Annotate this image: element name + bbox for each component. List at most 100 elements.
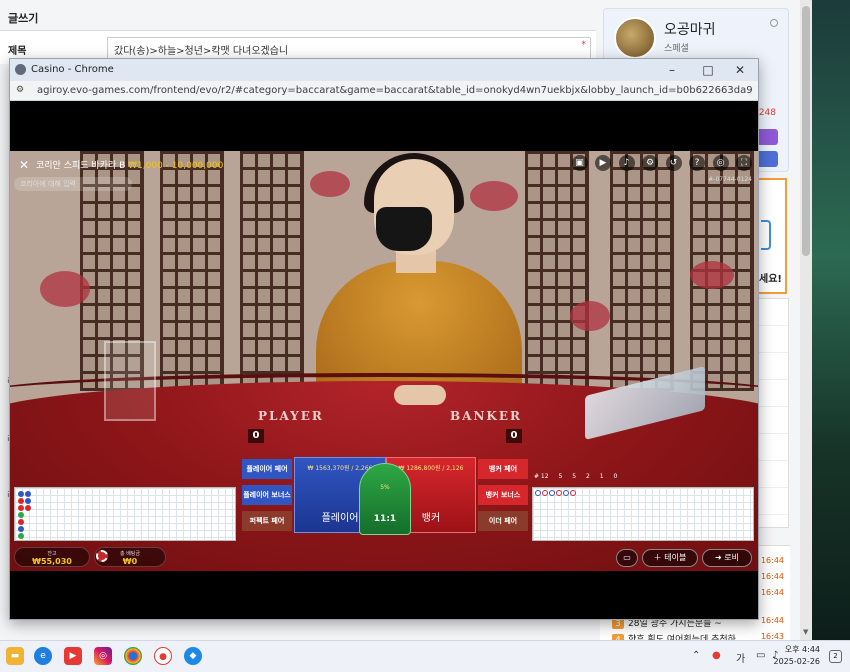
felt-banker-label: BANKER bbox=[450, 409, 522, 423]
bead-tie bbox=[18, 533, 24, 539]
app-icon-red[interactable]: ● bbox=[154, 647, 172, 665]
site-settings-icon[interactable]: ⚙ bbox=[16, 85, 28, 96]
tables-button-label: 테이블 bbox=[664, 553, 687, 562]
bead-player bbox=[18, 491, 24, 497]
scroll-down-icon[interactable]: ▼ bbox=[803, 628, 808, 636]
lattice-panel bbox=[240, 151, 304, 391]
big-road[interactable] bbox=[532, 487, 754, 541]
banker-pair-bet[interactable]: 뱅커 페어 bbox=[478, 459, 528, 479]
news-text: 28일 광주 가시는분들 ~ bbox=[628, 619, 722, 629]
window-title: Casino - Chrome bbox=[31, 64, 114, 75]
lattice-panel bbox=[525, 151, 589, 391]
perfect-pair-bet[interactable]: 퍼펙트 페어 bbox=[242, 511, 292, 531]
tray-app-icon[interactable]: ● bbox=[712, 650, 721, 661]
title-input[interactable]: 갔다(송)>하늘>청년>칵맷 다녀오겠습니 * bbox=[107, 37, 591, 59]
window-titlebar[interactable]: Casino - Chrome – □ ✕ bbox=[10, 59, 758, 81]
clock-date: 2025-02-26 bbox=[773, 657, 821, 666]
tables-button[interactable]: ＋ 테이블 bbox=[642, 549, 698, 567]
settings-icon[interactable]: ⚙ bbox=[642, 155, 658, 171]
player-bonus-bet[interactable]: 플레이어 보너스 bbox=[242, 485, 292, 505]
write-title: 글쓰기 bbox=[8, 12, 39, 25]
close-game-icon[interactable]: ✕ bbox=[16, 157, 32, 173]
chip-icon bbox=[96, 550, 108, 562]
stat-player-pair: 1 bbox=[599, 473, 604, 480]
history-icon[interactable]: ↺ bbox=[665, 155, 682, 171]
maximize-button[interactable]: □ bbox=[694, 61, 722, 79]
baccarat-game: PLAYER BANKER 0 0 ✕ 코리안 스피드 바카라 B ₩1,000… bbox=[10, 151, 758, 571]
network-icon[interactable]: ▭ bbox=[756, 650, 765, 661]
nickname-sub: 스페셜 bbox=[664, 44, 689, 54]
stat-player: 5 bbox=[558, 473, 563, 480]
close-window-button[interactable]: ✕ bbox=[726, 61, 754, 79]
table-limit: ₩1,000 - 10,000,000 bbox=[128, 161, 224, 171]
bead-banker bbox=[18, 519, 24, 525]
ime-indicator[interactable]: 가 bbox=[736, 650, 745, 665]
notification-badge[interactable]: 2 bbox=[829, 650, 842, 663]
hud-toolbar: ▣ ▶ ♪ ⚙ ↺ ? ◎ ⛶ bbox=[568, 155, 752, 173]
system-clock[interactable]: 오후 4:44 2025-02-26 bbox=[774, 644, 821, 668]
tie-bet-spot[interactable]: 5% 11:1 bbox=[359, 463, 411, 535]
logout-icon[interactable] bbox=[770, 19, 778, 27]
felt-player-label: PLAYER bbox=[258, 409, 324, 423]
address-bar[interactable]: ⚙ agiroy.evo-games.com/frontend/evo/r2/#… bbox=[10, 81, 758, 101]
banner-graphic bbox=[761, 220, 771, 250]
player-pair-bet[interactable]: 플레이어 페어 bbox=[242, 459, 292, 479]
minimize-button[interactable]: – bbox=[658, 61, 686, 79]
balance-value: ₩55,030 bbox=[32, 557, 72, 566]
scrollbar-thumb[interactable] bbox=[802, 6, 810, 256]
globe-icon bbox=[15, 64, 26, 75]
help-icon[interactable]: ? bbox=[689, 155, 705, 171]
page-scrollbar[interactable]: ▼ bbox=[800, 0, 812, 640]
camera-switch-icon[interactable]: ◎ bbox=[712, 155, 729, 171]
side-banner[interactable]: 세요! bbox=[757, 178, 787, 294]
news-time: 16:44 bbox=[760, 588, 784, 597]
bead-banker bbox=[18, 498, 24, 504]
chrome-icon[interactable] bbox=[124, 647, 142, 665]
bead-road[interactable] bbox=[14, 487, 236, 541]
plus-icon: ＋ bbox=[653, 553, 665, 562]
dealer-mask bbox=[376, 207, 432, 251]
stat-tie: 2 bbox=[586, 473, 590, 480]
table-name: 코리안 스피드 바카라 B bbox=[36, 161, 126, 171]
edge-icon[interactable]: e bbox=[34, 647, 52, 665]
banker-score: 0 bbox=[506, 429, 522, 443]
clock-time: 오후 4:44 bbox=[784, 645, 820, 654]
blossom bbox=[570, 301, 610, 331]
app-icon-blue[interactable]: ◆ bbox=[184, 647, 202, 665]
bead-banker bbox=[18, 505, 24, 511]
tie-bet-stat: 5% bbox=[380, 484, 390, 491]
chat-input[interactable]: 코리아에 대해 입력 bbox=[14, 177, 132, 191]
title-label: 제목 bbox=[8, 46, 27, 57]
balance-label: 잔고 bbox=[47, 551, 57, 557]
chat-toggle-button[interactable]: ▭ bbox=[616, 549, 638, 567]
bead-player bbox=[25, 498, 31, 504]
chat-icon[interactable]: ▣ bbox=[571, 155, 588, 171]
lobby-button[interactable]: ➜ 로비 bbox=[702, 549, 752, 567]
dealer-hand bbox=[394, 385, 446, 405]
news-time: 16:44 bbox=[760, 572, 784, 581]
url-text[interactable]: agiroy.evo-games.com/frontend/evo/r2/#ca… bbox=[37, 85, 753, 96]
road-mark-banker bbox=[570, 490, 576, 496]
file-explorer-icon[interactable]: ▬ bbox=[6, 647, 24, 665]
road-mark-player bbox=[563, 490, 569, 496]
fullscreen-icon[interactable]: ⛶ bbox=[736, 155, 752, 171]
tie-odds: 11:1 bbox=[373, 514, 397, 524]
windows-taskbar: ▬ e ▶ ◎ ● ◆ ⌃ ● 가 ▭ ♪ 오후 4:44 2025-02-26… bbox=[0, 640, 850, 672]
blossom bbox=[470, 181, 518, 211]
stat-banker: 5 bbox=[572, 473, 577, 480]
banker-bonus-bet[interactable]: 뱅커 보너스 bbox=[478, 485, 528, 505]
round-id: #-07744-0124 bbox=[708, 176, 752, 183]
instagram-icon[interactable]: ◎ bbox=[94, 647, 112, 665]
road-mark-player bbox=[549, 490, 555, 496]
video-icon[interactable]: ▶ bbox=[595, 155, 611, 171]
title-input-value: 갔다(송)>하늘>청년>칵맷 다녀오겠습니 bbox=[114, 46, 289, 57]
tray-chevron-icon[interactable]: ⌃ bbox=[692, 650, 700, 661]
either-pair-bet[interactable]: 이더 페어 bbox=[478, 511, 528, 531]
lobby-button-label: 로비 bbox=[724, 553, 739, 562]
youtube-icon[interactable]: ▶ bbox=[64, 647, 82, 665]
bead-banker bbox=[25, 505, 31, 511]
avatar[interactable] bbox=[614, 17, 656, 59]
balance-display: 잔고 ₩55,030 bbox=[14, 547, 90, 567]
sound-icon[interactable]: ♪ bbox=[618, 155, 635, 171]
bead-player bbox=[25, 491, 31, 497]
